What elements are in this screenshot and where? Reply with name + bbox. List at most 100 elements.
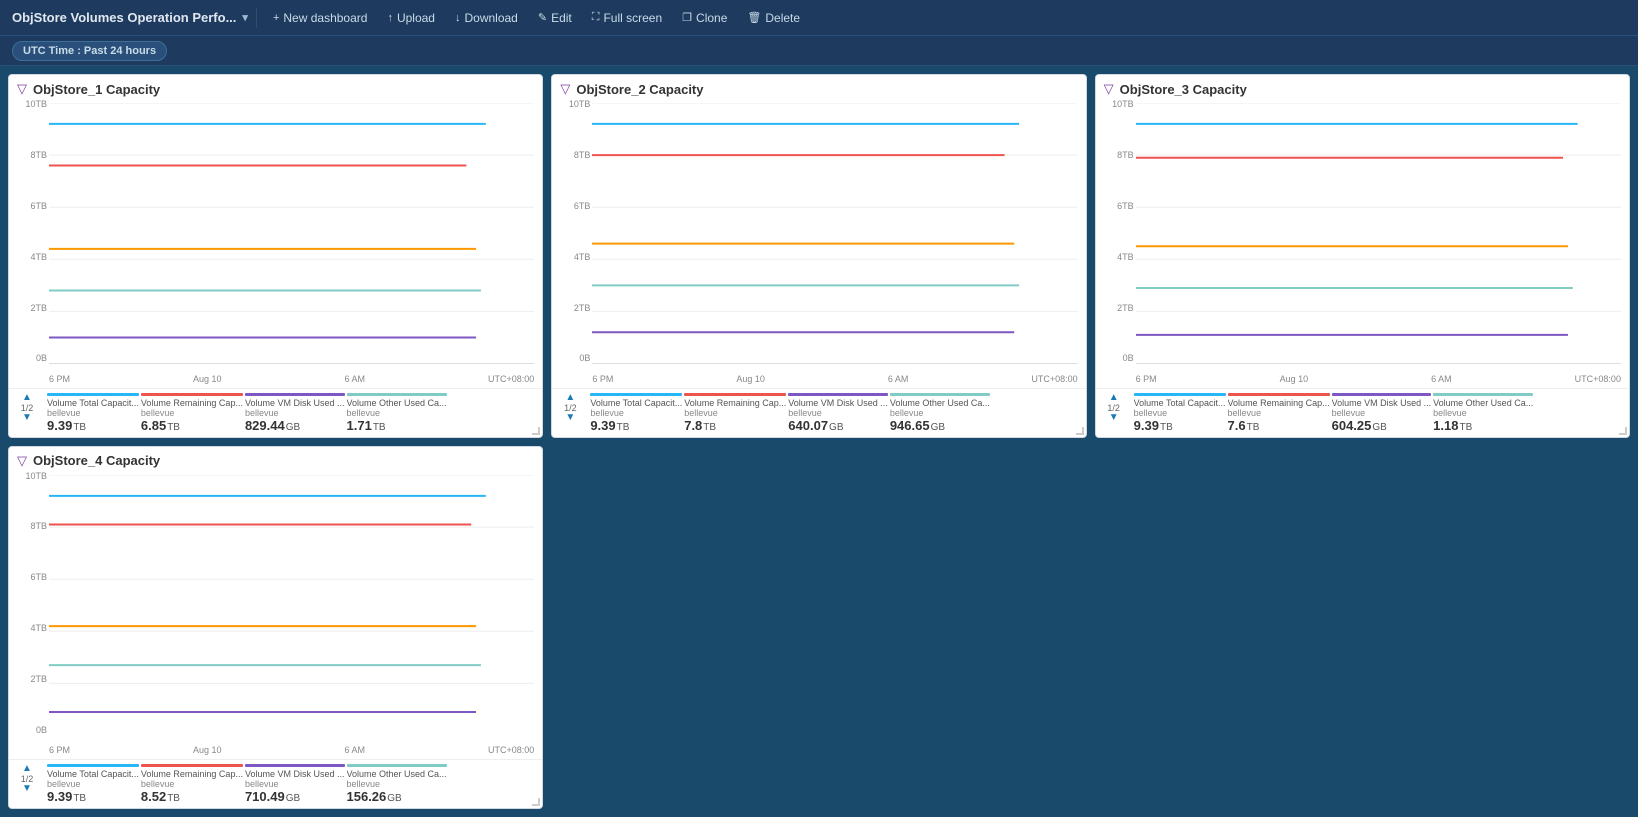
download-button[interactable]: ↓ Download — [447, 8, 526, 28]
filter-icon-1[interactable]: ▽ — [17, 81, 27, 97]
chart-card-objstore1: ▽ ObjStore_1 Capacity 10TB 8TB 6TB 4TB 2… — [8, 74, 543, 438]
page-title: ObjStore Volumes Operation Perfo... ▾ — [12, 10, 248, 25]
upload-icon: ↑ — [387, 12, 393, 24]
metric-item: Volume Other Used Ca... bellevue 1.18TB — [1433, 393, 1533, 433]
chart-title-3: ObjStore_3 Capacity — [1120, 82, 1247, 97]
edit-icon: ✎ — [538, 11, 547, 24]
metrics-grid-1: Volume Total Capacit... bellevue 9.39TB … — [47, 393, 536, 433]
fullscreen-button[interactable]: ⛶ Full screen — [584, 8, 670, 28]
main-header: ObjStore Volumes Operation Perfo... ▾ + … — [0, 0, 1638, 36]
x-axis-2: 6 PM Aug 10 6 AM UTC+08:00 — [592, 374, 1077, 384]
time-value: Past 24 hours — [84, 45, 156, 57]
chart-area-4: 10TB 8TB 6TB 4TB 2TB 0B 6 — [9, 471, 542, 760]
edit-button[interactable]: ✎ Edit — [530, 8, 580, 28]
page-down-2[interactable]: ▼ — [565, 413, 575, 423]
filter-icon-4[interactable]: ▽ — [17, 453, 27, 469]
page-num-1: 1/2 — [21, 403, 34, 413]
x-axis-3: 6 PM Aug 10 6 AM UTC+08:00 — [1136, 374, 1621, 384]
dashboard-grid: ▽ ObjStore_1 Capacity 10TB 8TB 6TB 4TB 2… — [0, 66, 1638, 817]
page-indicator-3: ▲ 1/2 ▼ — [1102, 393, 1126, 423]
x-axis-4: 6 PM Aug 10 6 AM UTC+08:00 — [49, 745, 534, 755]
metric-color-bar — [890, 393, 990, 396]
filter-icon-3[interactable]: ▽ — [1104, 81, 1114, 97]
upload-button[interactable]: ↑ Upload — [379, 8, 443, 28]
chart-header-1: ▽ ObjStore_1 Capacity — [9, 75, 542, 99]
x-axis-1: 6 PM Aug 10 6 AM UTC+08:00 — [49, 374, 534, 384]
metric-color-bar — [245, 764, 345, 767]
filter-icon-2[interactable]: ▽ — [560, 81, 570, 97]
metric-color-bar — [141, 393, 243, 396]
plus-icon: + — [273, 12, 279, 24]
download-label: Download — [464, 11, 517, 25]
metric-color-bar — [1134, 393, 1226, 396]
metric-color-bar — [347, 764, 447, 767]
metric-color-bar — [141, 764, 243, 767]
metric-item: Volume VM Disk Used ... bellevue 604.25G… — [1332, 393, 1432, 433]
chart-area-2: 10TB 8TB 6TB 4TB 2TB 0B 6 — [552, 99, 1085, 388]
new-dashboard-label: New dashboard — [283, 11, 367, 25]
chart-footer-2: ▲ 1/2 ▼ Volume Total Capacit... bellevue… — [552, 388, 1085, 437]
metric-color-bar — [590, 393, 682, 396]
page-up-1[interactable]: ▲ — [22, 393, 32, 403]
title-dropdown-icon[interactable]: ▾ — [242, 11, 248, 24]
y-axis-4: 10TB 8TB 6TB 4TB 2TB 0B — [13, 471, 49, 736]
chart-svg-2 — [592, 103, 1077, 364]
metric-item: Volume Remaining Cap... bellevue 7.8TB — [684, 393, 786, 433]
y-axis-3: 10TB 8TB 6TB 4TB 2TB 0B — [1100, 99, 1136, 364]
metric-color-bar — [1433, 393, 1533, 396]
clone-icon: ❐ — [682, 11, 692, 24]
chart-card-objstore2: ▽ ObjStore_2 Capacity 10TB 8TB 6TB 4TB 2… — [551, 74, 1086, 438]
new-dashboard-button[interactable]: + New dashboard — [265, 8, 376, 28]
page-down-4[interactable]: ▼ — [22, 784, 32, 794]
metric-color-bar — [47, 764, 139, 767]
page-num-2: 1/2 — [564, 403, 577, 413]
fullscreen-label: Full screen — [603, 11, 662, 25]
metric-item: Volume Other Used Ca... bellevue 156.26G… — [347, 764, 447, 804]
chart-footer-4: ▲ 1/2 ▼ Volume Total Capacit... bellevue… — [9, 759, 542, 808]
metric-item: Volume VM Disk Used ... bellevue 640.07G… — [788, 393, 888, 433]
page-down-1[interactable]: ▼ — [22, 413, 32, 423]
metric-color-bar — [47, 393, 139, 396]
delete-label: Delete — [765, 11, 800, 25]
chart-area-3: 10TB 8TB 6TB 4TB 2TB 0B 6 — [1096, 99, 1629, 388]
resize-handle[interactable] — [532, 798, 540, 806]
page-indicator-4: ▲ 1/2 ▼ — [15, 764, 39, 794]
edit-label: Edit — [551, 11, 572, 25]
resize-handle[interactable] — [532, 427, 540, 435]
metric-color-bar — [788, 393, 888, 396]
metric-color-bar — [245, 393, 345, 396]
chart-svg-4 — [49, 475, 534, 736]
clone-button[interactable]: ❐ Clone — [674, 8, 735, 28]
metric-item: Volume VM Disk Used ... bellevue 829.44G… — [245, 393, 345, 433]
clone-label: Clone — [696, 11, 727, 25]
page-down-3[interactable]: ▼ — [1109, 413, 1119, 423]
page-indicator-1: ▲ 1/2 ▼ — [15, 393, 39, 423]
metric-item: Volume Remaining Cap... bellevue 8.52TB — [141, 764, 243, 804]
chart-title-1: ObjStore_1 Capacity — [33, 82, 160, 97]
delete-button[interactable]: 🗑 Delete — [739, 8, 808, 28]
page-up-2[interactable]: ▲ — [565, 393, 575, 403]
metric-item: Volume Total Capacit... bellevue 9.39TB — [47, 393, 139, 433]
metrics-grid-2: Volume Total Capacit... bellevue 9.39TB … — [590, 393, 1079, 433]
chart-title-2: ObjStore_2 Capacity — [576, 82, 703, 97]
metric-item: Volume Total Capacit... bellevue 9.39TB — [47, 764, 139, 804]
upload-label: Upload — [397, 11, 435, 25]
page-up-3[interactable]: ▲ — [1109, 393, 1119, 403]
resize-handle[interactable] — [1619, 427, 1627, 435]
page-up-4[interactable]: ▲ — [22, 764, 32, 774]
fullscreen-icon: ⛶ — [592, 11, 600, 24]
page-num-3: 1/2 — [1107, 403, 1120, 413]
y-axis-1: 10TB 8TB 6TB 4TB 2TB 0B — [13, 99, 49, 364]
chart-header-2: ▽ ObjStore_2 Capacity — [552, 75, 1085, 99]
header-divider-1 — [256, 8, 257, 28]
chart-footer-1: ▲ 1/2 ▼ Volume Total Capacit... bellevue… — [9, 388, 542, 437]
time-badge[interactable]: UTC Time : Past 24 hours — [12, 41, 167, 61]
download-icon: ↓ — [455, 12, 461, 24]
metric-color-bar — [1228, 393, 1330, 396]
chart-svg-1 — [49, 103, 534, 364]
metric-color-bar — [684, 393, 786, 396]
metric-color-bar — [1332, 393, 1432, 396]
metric-item: Volume VM Disk Used ... bellevue 710.49G… — [245, 764, 345, 804]
metric-item: Volume Remaining Cap... bellevue 7.6TB — [1228, 393, 1330, 433]
resize-handle[interactable] — [1076, 427, 1084, 435]
